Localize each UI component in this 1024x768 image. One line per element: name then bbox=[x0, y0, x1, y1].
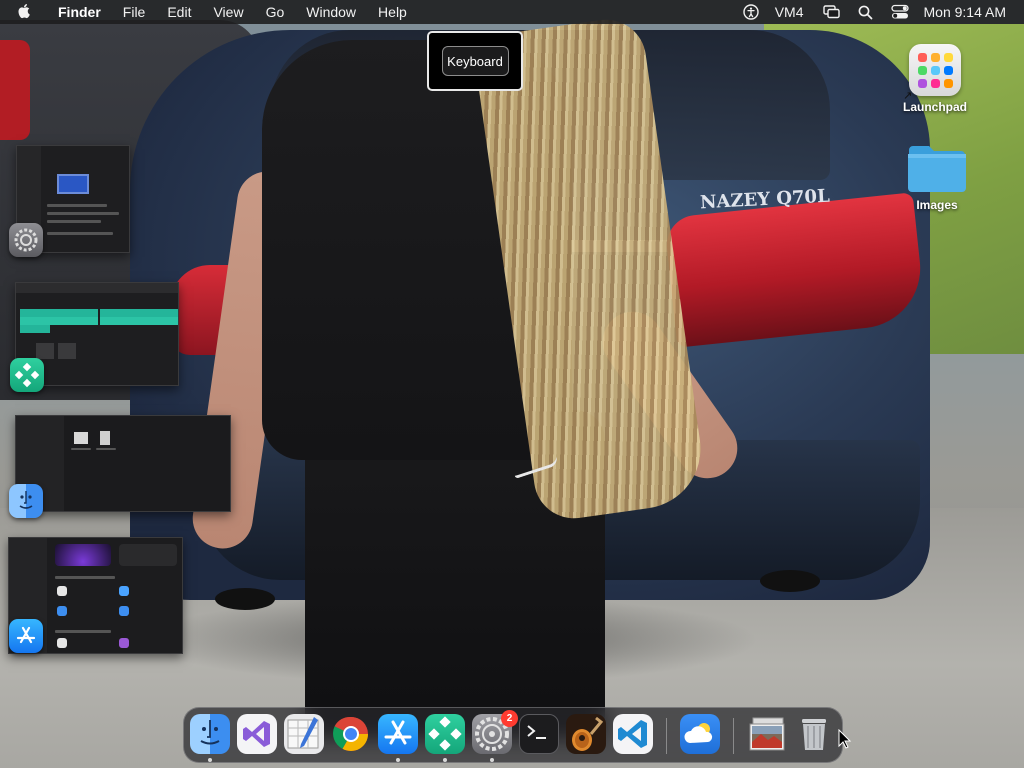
folder-icon bbox=[908, 146, 966, 192]
menu-clock[interactable]: Mon 9:14 AM bbox=[924, 4, 1007, 20]
dock-vscode[interactable] bbox=[613, 714, 653, 754]
dock-finder[interactable] bbox=[190, 714, 230, 754]
stage-thumbnail-finder[interactable] bbox=[15, 415, 231, 512]
dock-script-editor[interactable] bbox=[284, 714, 324, 754]
running-indicator bbox=[208, 758, 212, 762]
dock-system-settings[interactable]: 2 bbox=[472, 710, 518, 754]
finder-icon bbox=[200, 720, 220, 745]
app-store-icon bbox=[384, 720, 412, 745]
mouse-cursor-icon bbox=[838, 729, 852, 749]
dock-google-chrome[interactable] bbox=[331, 714, 371, 754]
control-center-icon[interactable] bbox=[890, 0, 910, 24]
menu-view[interactable]: View bbox=[213, 4, 243, 20]
desktop-icon-label: Images bbox=[916, 198, 958, 212]
trash-icon bbox=[802, 719, 826, 750]
alias-arrow-icon: ↗ bbox=[903, 90, 913, 102]
menu-window[interactable]: Window bbox=[306, 4, 356, 20]
running-indicator bbox=[490, 758, 494, 762]
image-stack-icon bbox=[749, 717, 785, 751]
accessibility-icon[interactable] bbox=[741, 0, 761, 24]
dock-separator bbox=[733, 718, 734, 754]
vscode-icon bbox=[618, 720, 647, 748]
dock-trash[interactable] bbox=[794, 714, 834, 754]
menu-help[interactable]: Help bbox=[378, 4, 407, 20]
chrome-icon bbox=[333, 716, 368, 751]
keyboard-tooltip: Keyboard bbox=[427, 31, 523, 91]
menu-go[interactable]: Go bbox=[266, 4, 285, 20]
wallpaper-exhaust bbox=[760, 570, 820, 592]
dock-separator bbox=[666, 718, 667, 754]
menu-bar: Finder File Edit View Go Window Help VM4… bbox=[0, 0, 1024, 24]
system-settings-icon[interactable] bbox=[9, 223, 43, 257]
dock-weather[interactable] bbox=[680, 714, 720, 754]
script-editor-icon bbox=[287, 717, 319, 749]
desktop-icon-images[interactable]: Images bbox=[892, 142, 982, 212]
screen-mirroring-icon[interactable] bbox=[822, 0, 842, 24]
spotlight-search-icon[interactable] bbox=[856, 0, 876, 24]
app-icon-green-diamond[interactable] bbox=[10, 358, 44, 392]
notification-badge: 2 bbox=[501, 710, 518, 727]
visual-studio-icon bbox=[243, 721, 270, 747]
dock: 2 bbox=[183, 707, 843, 763]
thumbnail-wallpaper-preview bbox=[57, 174, 89, 194]
app-store-icon[interactable] bbox=[9, 619, 43, 653]
dock-app-store[interactable] bbox=[378, 714, 418, 754]
garageband-icon bbox=[566, 714, 606, 754]
terminal-icon bbox=[527, 725, 546, 739]
wallpaper-exhaust-left bbox=[215, 588, 275, 610]
running-indicator bbox=[443, 758, 447, 762]
dock-garageband[interactable] bbox=[566, 714, 606, 754]
dock-visual-studio[interactable] bbox=[237, 714, 277, 754]
launchpad-icon: ↗ bbox=[903, 44, 961, 102]
apple-logo-icon[interactable] bbox=[18, 4, 36, 20]
dock-image-stack[interactable] bbox=[747, 714, 787, 754]
menu-user-label[interactable]: VM4 bbox=[775, 4, 804, 20]
menu-app-name[interactable]: Finder bbox=[58, 4, 101, 20]
running-indicator bbox=[396, 758, 400, 762]
dock-utility-app[interactable] bbox=[425, 714, 465, 754]
weather-icon bbox=[684, 723, 713, 743]
wallpaper-left-taillight bbox=[0, 40, 30, 140]
desktop-icon-label: Launchpad bbox=[902, 100, 967, 114]
keyboard-tooltip-label[interactable]: Keyboard bbox=[441, 46, 509, 76]
menu-extras: VM4 Mon 9:14 AM bbox=[741, 0, 1024, 24]
menu-file[interactable]: File bbox=[123, 4, 146, 20]
finder-icon[interactable] bbox=[9, 484, 43, 518]
menu-edit[interactable]: Edit bbox=[167, 4, 191, 20]
app-icon-green-diamond bbox=[428, 716, 462, 751]
desktop-icon-launchpad[interactable]: ↗ Launchpad bbox=[890, 44, 980, 114]
dock-terminal[interactable] bbox=[519, 714, 559, 754]
